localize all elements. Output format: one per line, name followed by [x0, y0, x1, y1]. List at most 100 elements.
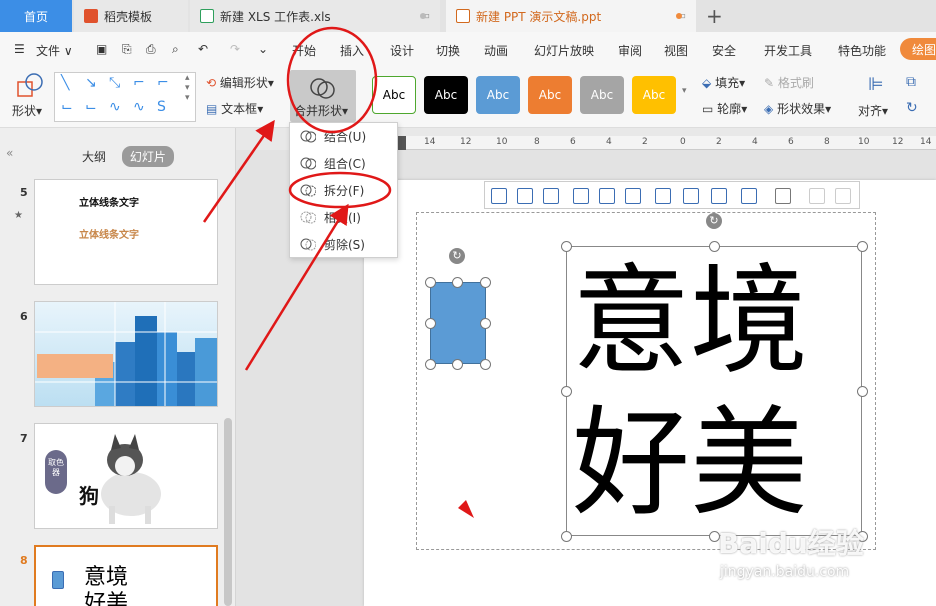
- merge-shape-label: 合并形状: [294, 104, 343, 118]
- style-blue[interactable]: Abc: [476, 76, 520, 114]
- style-gray[interactable]: Abc: [580, 76, 624, 114]
- edit-shape-button[interactable]: ⟲ 编辑形状▾: [206, 74, 274, 91]
- subtract-icon: [300, 238, 316, 251]
- line-shape-gallery[interactable]: ╲ ↘ ⤡ ⌐ ⌐ ⌙ ⌙ ∿ ∿ S ▴ ▾ ▾: [54, 72, 196, 122]
- new-tab-button[interactable]: +: [706, 4, 723, 28]
- slide-text-line2[interactable]: 好美: [572, 404, 808, 522]
- menu-file-label: 文件: [36, 44, 61, 58]
- ruler-label: 4: [752, 137, 758, 147]
- align-center-icon[interactable]: [517, 188, 533, 204]
- menu-item-fragment[interactable]: 拆分(F): [290, 177, 397, 203]
- slide-text-line1[interactable]: 意境: [572, 262, 808, 380]
- tab-ppt[interactable]: 新建 PPT 演示文稿.ppt ▭: [446, 0, 696, 32]
- format-brush-button[interactable]: ✎ 格式刷: [764, 74, 814, 91]
- style-more-icon[interactable]: ▾: [682, 86, 687, 96]
- slide-thumbnail-8[interactable]: 意境 好美: [34, 545, 218, 606]
- fill-button[interactable]: ⬙ 填充▾: [702, 74, 745, 91]
- menu-features[interactable]: 特色功能: [838, 42, 886, 59]
- brush-icon: ✎: [764, 76, 775, 90]
- distribute-icon[interactable]: [683, 188, 699, 204]
- spreadsheet-icon: [200, 9, 214, 23]
- menu-item-intersect[interactable]: 相交(I): [290, 204, 397, 230]
- resize-handle[interactable]: [857, 241, 868, 252]
- tab-slides[interactable]: 幻灯片: [121, 146, 174, 167]
- tab-templates[interactable]: 稻壳模板: [74, 0, 188, 32]
- rotate-icon[interactable]: ↻: [906, 100, 918, 116]
- slide-thumbnail-7[interactable]: 取色器 狗: [34, 423, 218, 529]
- save-icon[interactable]: ▣: [96, 42, 107, 56]
- combine-icon: [300, 157, 316, 170]
- ruler-label: 12: [892, 137, 904, 147]
- edit-shape-label: 编辑形状: [219, 76, 268, 90]
- menu-file[interactable]: 文件 ∨: [36, 42, 73, 59]
- menu-animation[interactable]: 动画: [484, 42, 508, 59]
- group-icon[interactable]: ⧉: [906, 74, 916, 90]
- customize-icon[interactable]: ⌄: [258, 42, 268, 56]
- crop-icon[interactable]: [741, 188, 757, 204]
- slide-thumbnail-5[interactable]: 立体线条文字 立体线条文字: [34, 179, 218, 285]
- style-black[interactable]: Abc: [424, 76, 468, 114]
- gallery-scroll-icon[interactable]: ▴ ▾ ▾: [185, 73, 190, 103]
- menu-item-subtract[interactable]: 剪除(S): [290, 231, 397, 257]
- align-button[interactable]: ⊫ 对齐▾: [858, 72, 898, 122]
- merge-shape-button[interactable]: 合并形状▾: [290, 70, 356, 122]
- shape-label: 形状: [12, 104, 37, 118]
- resize-handle[interactable]: [857, 386, 868, 397]
- align-middle-icon[interactable]: [599, 188, 615, 204]
- print-icon[interactable]: ⎙: [146, 42, 156, 57]
- group-objects-icon[interactable]: [775, 188, 791, 204]
- pane-scrollbar[interactable]: [224, 418, 232, 606]
- resize-handle[interactable]: [709, 241, 720, 252]
- outline-button[interactable]: ▭ 轮廓▾: [702, 100, 747, 117]
- style-gold[interactable]: Abc: [632, 76, 676, 114]
- text-box-button[interactable]: ▤ 文本框▾: [206, 100, 263, 117]
- lightbulb-icon[interactable]: [809, 188, 825, 204]
- text-box-label: 文本框: [221, 102, 258, 116]
- align-right-icon[interactable]: [543, 188, 559, 204]
- hamburger-icon[interactable]: ☰: [14, 42, 25, 56]
- tab-drawing-tools[interactable]: 绘图: [900, 38, 936, 60]
- tab-status-dot: [420, 13, 426, 19]
- style-white[interactable]: Abc: [372, 76, 416, 114]
- menu-developer[interactable]: 开发工具: [764, 42, 812, 59]
- collapse-pane-icon[interactable]: «: [6, 146, 13, 160]
- double-arrow-icon: ⤡: [109, 75, 121, 91]
- align-top-icon[interactable]: [573, 188, 589, 204]
- resize-handle[interactable]: [561, 241, 572, 252]
- redo-icon[interactable]: ↷: [230, 42, 240, 56]
- more-options-icon[interactable]: [835, 188, 851, 204]
- thumb-text-line1: 意境: [84, 565, 129, 590]
- menu-home[interactable]: 开始: [292, 42, 316, 59]
- shape-effect-button[interactable]: ◈ 形状效果▾: [764, 100, 831, 117]
- menu-security[interactable]: 安全: [712, 42, 736, 59]
- menu-item-combine[interactable]: 组合(C): [290, 150, 397, 176]
- elbow-connector-icon: ⌐: [133, 75, 145, 91]
- ruler-label: 2: [642, 137, 648, 147]
- menu-view[interactable]: 视图: [664, 42, 688, 59]
- tab-ppt-label: 新建 PPT 演示文稿.ppt: [476, 9, 602, 24]
- menu-insert[interactable]: 插入: [340, 42, 364, 59]
- resize-handle[interactable]: [561, 531, 572, 542]
- menu-review[interactable]: 审阅: [618, 42, 642, 59]
- tab-xls[interactable]: 新建 XLS 工作表.xls ▭: [190, 0, 440, 32]
- resize-handle[interactable]: [561, 386, 572, 397]
- tab-outline[interactable]: 大纲: [74, 146, 114, 167]
- undo-icon[interactable]: ↶: [198, 42, 208, 56]
- menu-design[interactable]: 设计: [390, 42, 414, 59]
- distribute-vertical-icon[interactable]: [711, 188, 727, 204]
- distribute-horizontal-icon[interactable]: [655, 188, 671, 204]
- style-orange[interactable]: Abc: [528, 76, 572, 114]
- align-bottom-icon[interactable]: [625, 188, 641, 204]
- tab-home-label: 首页: [23, 9, 48, 24]
- title-bar: 首页 稻壳模板 新建 XLS 工作表.xls ▭ 新建 PPT 演示文稿.ppt…: [0, 0, 936, 32]
- menu-item-union[interactable]: 结合(U): [290, 123, 397, 149]
- preview-icon[interactable]: ⌕: [172, 42, 179, 57]
- menu-transition[interactable]: 切换: [436, 42, 460, 59]
- export-icon[interactable]: ⎘: [122, 42, 132, 57]
- slide-thumbnail-6[interactable]: [34, 301, 218, 407]
- tab-home[interactable]: 首页: [0, 0, 72, 32]
- rotate-handle-icon[interactable]: ↻: [706, 213, 722, 229]
- menu-slideshow[interactable]: 幻灯片放映: [534, 42, 594, 59]
- align-left-icon[interactable]: [491, 188, 507, 204]
- shape-button[interactable]: 形状▾: [10, 72, 50, 122]
